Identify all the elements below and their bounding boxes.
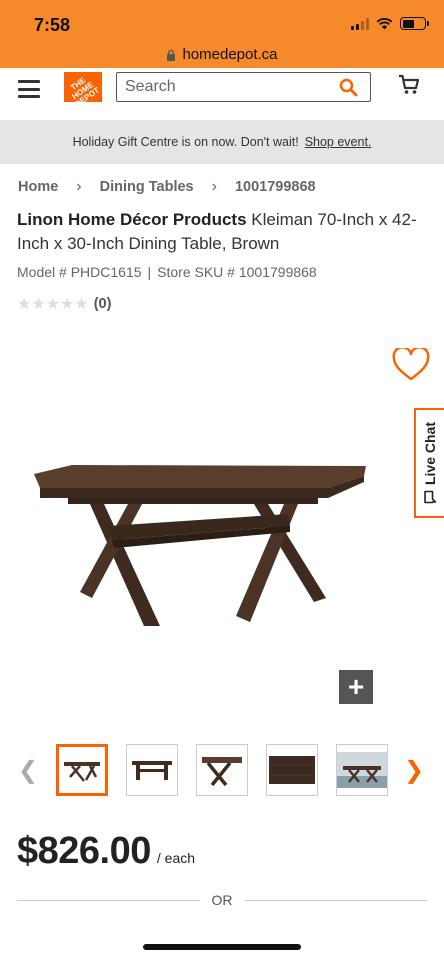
status-icons [351,17,429,30]
status-bar: 7:58 homedepot.ca [0,0,444,76]
star-icon: ★ [74,296,88,313]
status-time: 7:58 [34,15,71,35]
search-box [116,72,371,102]
model-separator: | [147,264,152,280]
url-text: homedepot.ca [182,46,278,63]
thumb-table-angle[interactable] [56,744,108,796]
or-text: OR [211,892,233,908]
model-row: Model # PHDC1615 | Store SKU # 100179986… [17,264,317,280]
chevron-left-icon[interactable]: ❮ [18,756,38,785]
zoom-button[interactable]: + [339,670,373,704]
review-count[interactable]: (0) [94,296,112,312]
promo-banner: Holiday Gift Centre is on now. Don't wai… [0,120,444,164]
promo-text: Holiday Gift Centre is on now. Don't wai… [72,135,299,149]
battery-icon [400,17,429,30]
product-title: Linon Home Décor Products Kleiman 70-Inc… [17,208,429,256]
menu-icon[interactable] [18,80,40,98]
wifi-icon [376,18,393,30]
chevron-right-icon: › [211,178,217,195]
star-icon: ★ [60,296,74,313]
shop-event-link[interactable]: Shop event. [305,135,372,149]
home-indicator[interactable] [143,944,301,950]
thumb-table-surface[interactable] [266,744,318,796]
product-price: $826.00 [17,830,151,872]
chevron-right-icon: › [76,178,82,195]
or-divider: OR [17,892,427,908]
site-header: THE HOME DEPOT [0,68,444,120]
breadcrumb-home[interactable]: Home [18,179,58,195]
price-row: $826.00 / each [17,830,195,872]
breadcrumb: Home › Dining Tables › 1001799868 [18,178,316,196]
live-chat-tab[interactable]: Live Chat [414,408,444,518]
product-brand[interactable]: Linon Home Décor Products [17,210,247,229]
star-icon: ★ [31,296,45,313]
star-rating: ★ ★ ★ ★ ★ [17,294,89,314]
price-unit: / each [156,850,196,866]
url-bar[interactable]: homedepot.ca [0,46,444,63]
live-chat-label: Live Chat [422,421,439,486]
signal-icon [351,17,369,30]
search-icon[interactable] [339,78,358,97]
chevron-right-icon[interactable]: ❯ [404,756,424,785]
star-icon: ★ [45,296,60,313]
cart-icon[interactable] [398,74,420,96]
product-main-image[interactable] [28,452,374,636]
thumb-table-front[interactable] [126,744,178,796]
star-icon: ★ [17,296,31,313]
thumb-table-room[interactable] [336,744,388,796]
breadcrumb-dining-tables[interactable]: Dining Tables [100,179,194,195]
search-input[interactable] [125,76,325,98]
breadcrumb-sku[interactable]: 1001799868 [235,179,316,195]
store-sku: Store SKU # 1001799868 [157,264,317,280]
rating-row[interactable]: ★ ★ ★ ★ ★ (0) [17,294,111,314]
home-depot-logo[interactable]: THE HOME DEPOT [64,72,102,102]
thumbnail-carousel: ❮ ❯ [0,742,444,798]
model-number: Model # PHDC1615 [17,264,142,280]
lock-icon [167,49,176,61]
chat-icon [424,490,437,504]
thumb-table-top[interactable] [196,744,248,796]
heart-icon[interactable] [392,348,430,382]
